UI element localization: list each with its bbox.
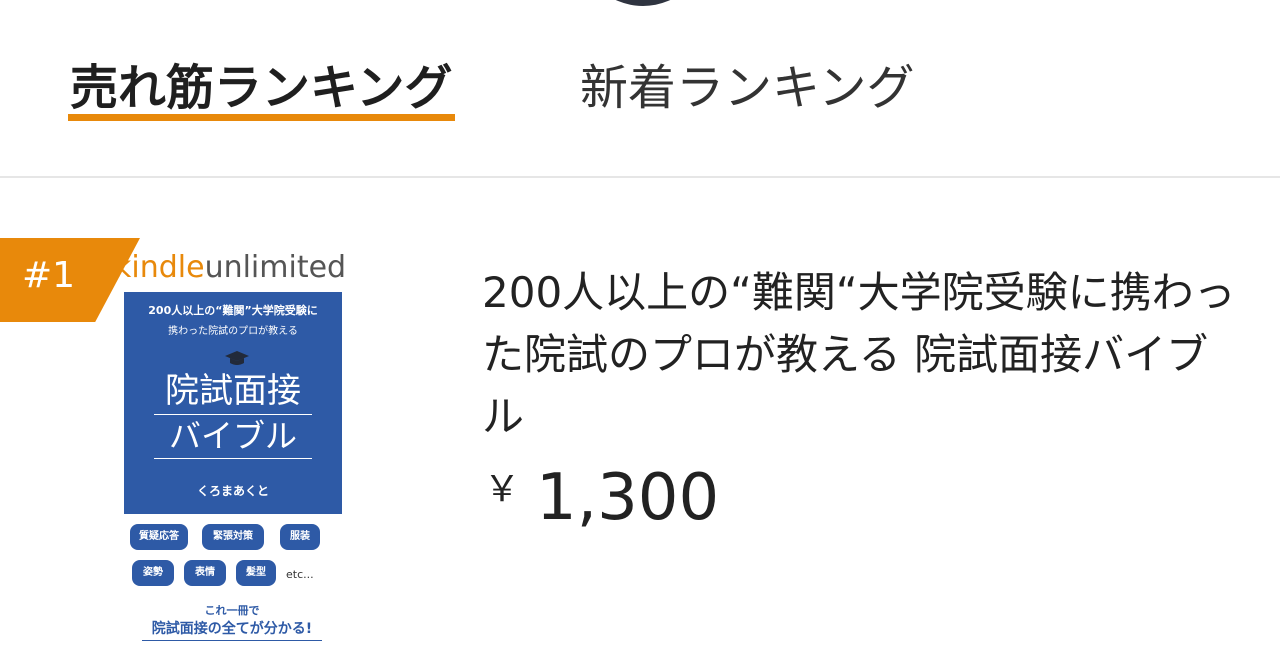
- tab-bestseller-ranking[interactable]: 売れ筋ランキング: [68, 58, 455, 121]
- cover-tagline-rule: [142, 640, 322, 641]
- book-price: ￥ 1,300: [484, 458, 719, 538]
- cover-pill: 質疑応答: [130, 524, 188, 550]
- cover-title-line1: 院試面接: [165, 371, 301, 411]
- active-tab-indicator: [68, 114, 455, 121]
- cover-etc: etc...: [286, 568, 314, 581]
- kindle-unlimited-logo: kindleunlimited: [114, 250, 347, 285]
- tab-bestseller-label: 売れ筋ランキング: [70, 60, 453, 116]
- cover-title-panel: 200人以上の“難関”大学院受験に 携わった院試のプロが教える 院試面接 バイブ…: [124, 292, 342, 514]
- cover-pill: 表情: [184, 560, 226, 586]
- cover-title-line2: バイブル: [168, 417, 297, 455]
- rank-number: #1: [22, 255, 76, 296]
- price-value: 1,300: [536, 461, 720, 535]
- cover-subtitle-line2: 携わった院試のプロが教える: [168, 326, 298, 337]
- cover-pill: 服装: [280, 524, 320, 550]
- graduation-cap-icon: [225, 351, 249, 365]
- book-cover[interactable]: kindleunlimited 200人以上の“難関”大学院受験に 携わった院試…: [112, 250, 352, 670]
- cover-title-rule: [154, 414, 312, 415]
- cover-tagline-line1: これ一冊で: [204, 604, 260, 617]
- cover-pill: 緊張対策: [202, 524, 264, 550]
- cover-pill: 姿勢: [132, 560, 174, 586]
- cover-title-rule: [154, 458, 312, 459]
- cover-author: くろまあくと: [196, 484, 269, 498]
- cover-subtitle-line1: 200人以上の“難関”大学院受験に: [148, 304, 318, 317]
- currency-symbol: ￥: [484, 469, 521, 510]
- tab-new-label: 新着ランキング: [580, 60, 915, 116]
- cover-pill: 髪型: [236, 560, 276, 586]
- tab-new-ranking[interactable]: 新着ランキング: [580, 58, 915, 118]
- ranking-tabs: 売れ筋ランキング 新着ランキング: [0, 0, 1280, 178]
- book-title-link[interactable]: 200人以上の“難関“大学院受験に携わった院試のプロが教える 院試面接バイブル: [482, 262, 1242, 448]
- cover-tagline-line2: 院試面接の全てが分かる!: [151, 621, 313, 637]
- ranking-list-item[interactable]: kindleunlimited 200人以上の“難関”大学院受験に 携わった院試…: [0, 180, 1280, 670]
